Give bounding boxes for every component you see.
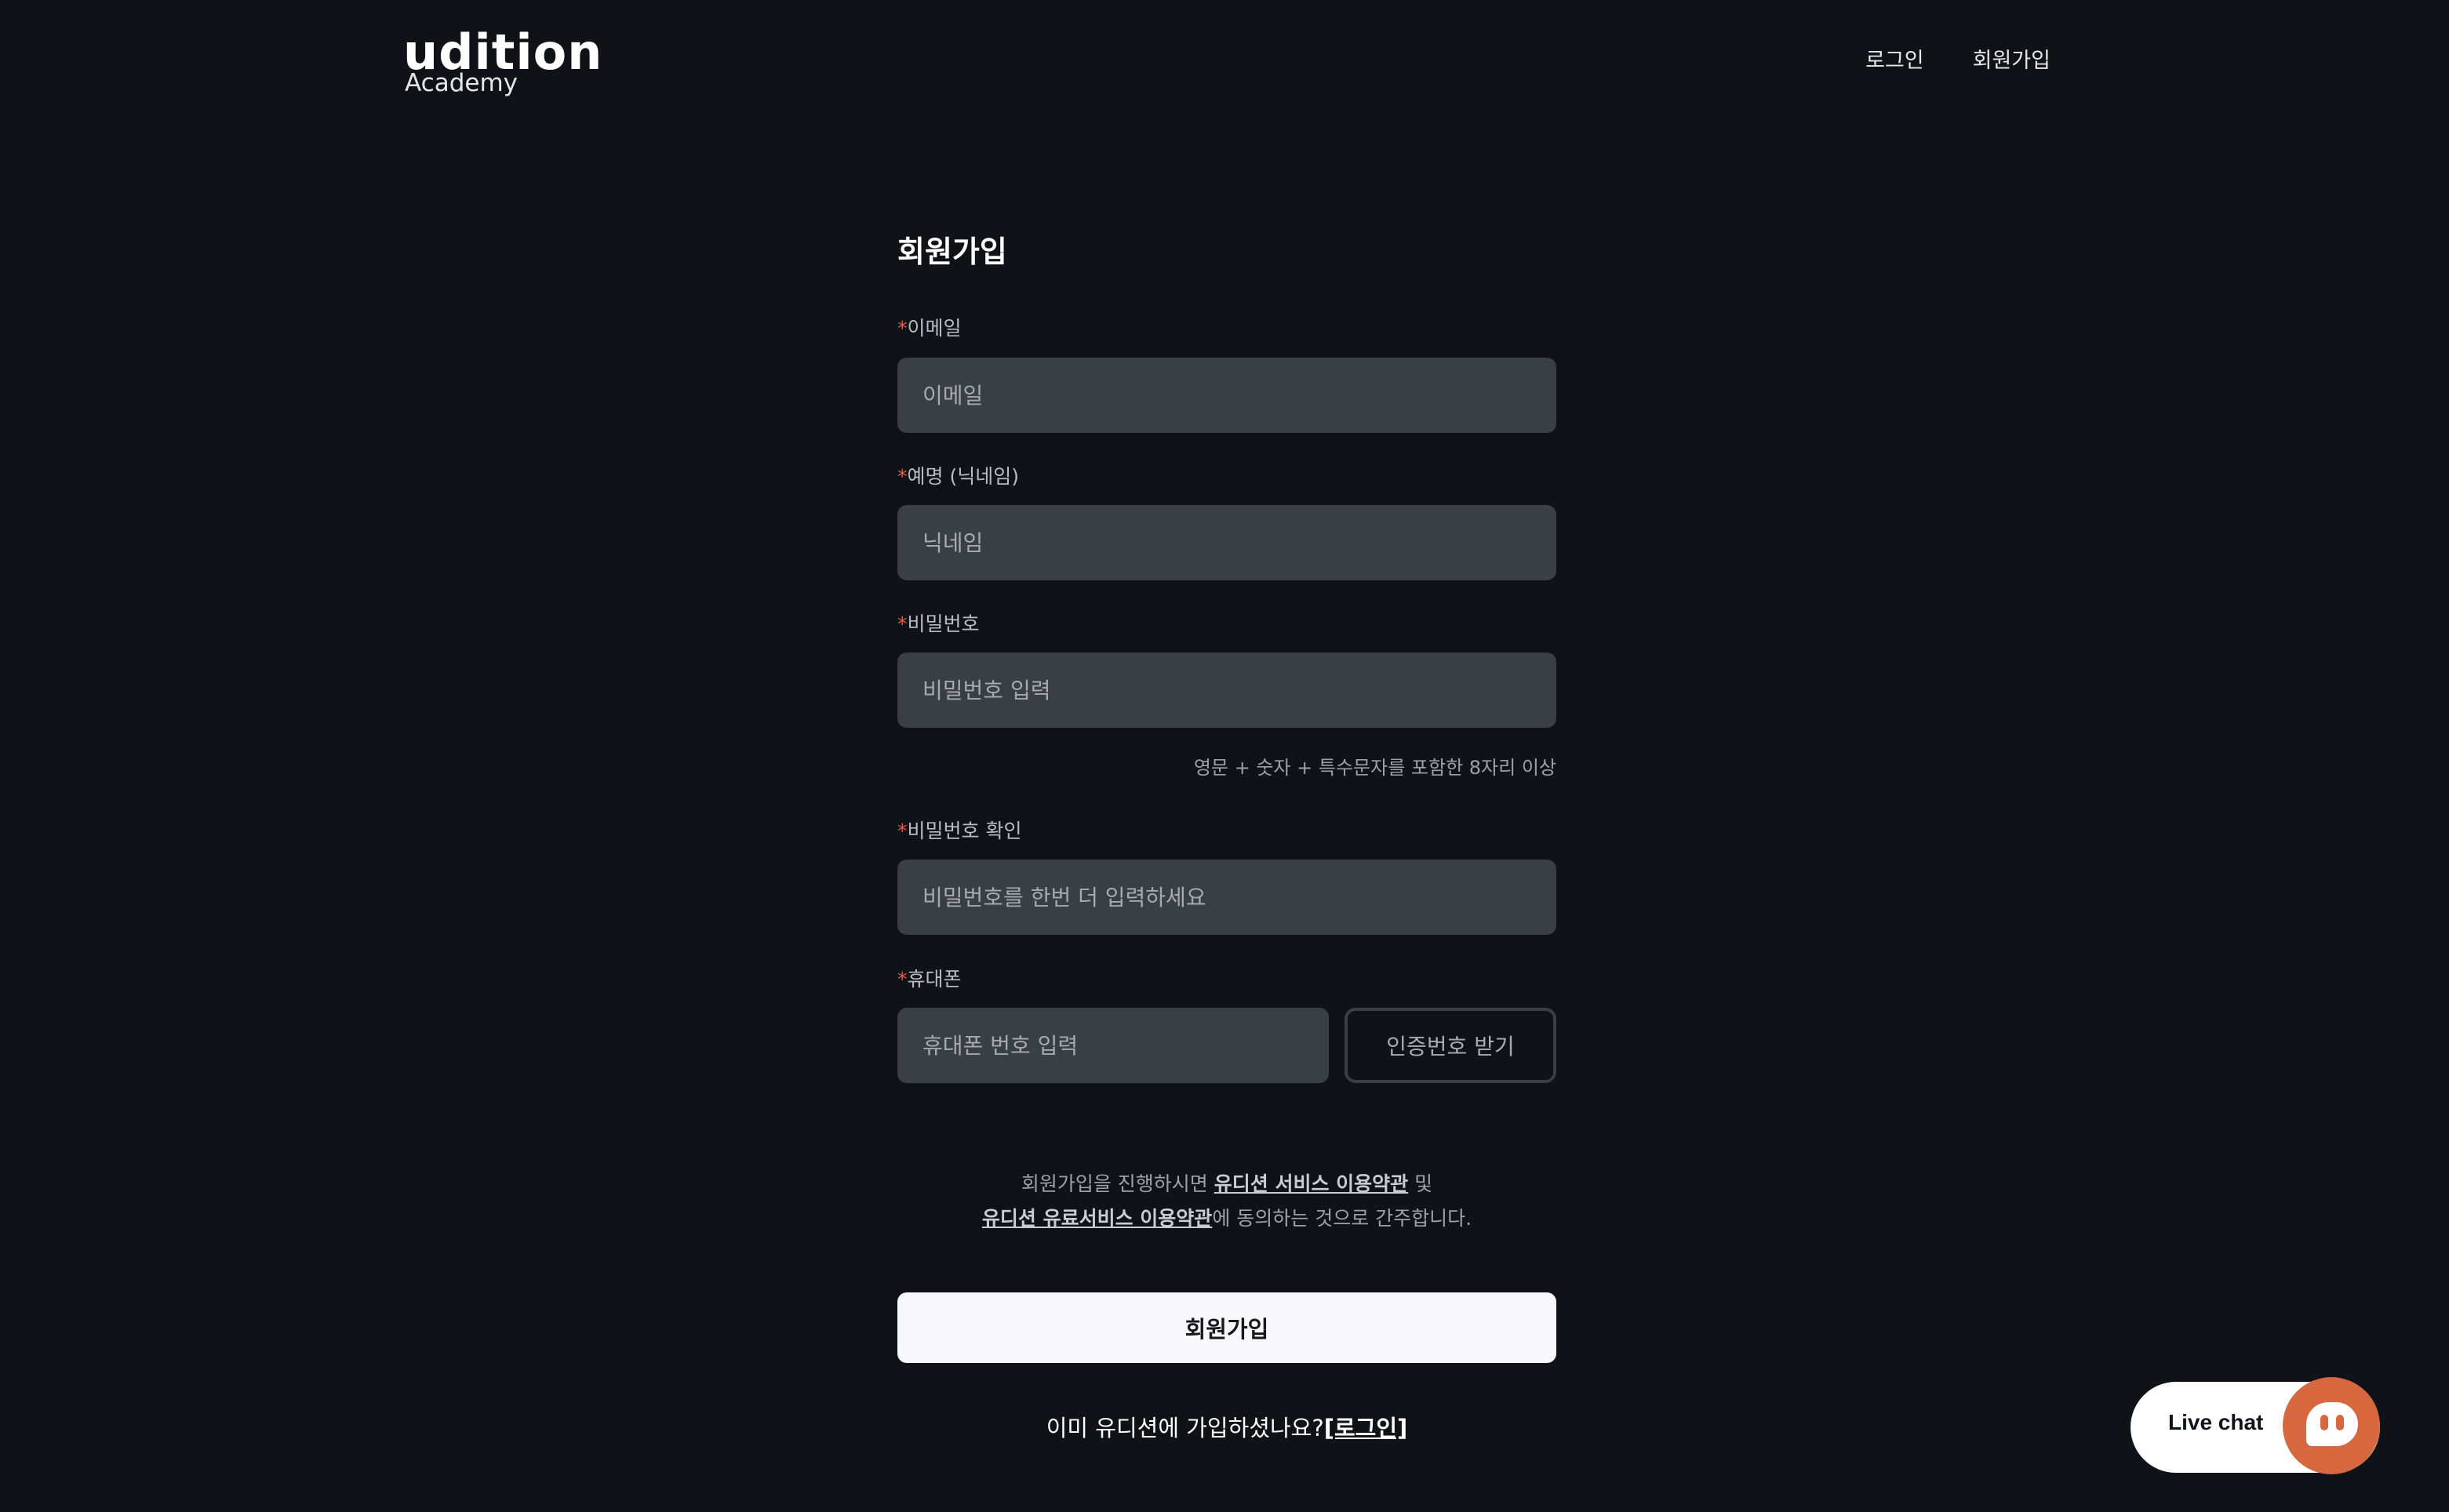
terms-notice: 회원가입을 진행하시면 유디션 서비스 이용약관 및 유디션 유료서비스 이용약…	[897, 1167, 1556, 1236]
terms-prefix: 회원가입을 진행하시면	[1021, 1172, 1214, 1195]
service-terms-link[interactable]: 유디션 서비스 이용약관	[1214, 1172, 1408, 1195]
login-prompt: 이미 유디션에 가입하셨나요?[로그인]	[897, 1412, 1556, 1444]
nickname-input[interactable]	[897, 505, 1556, 580]
logo[interactable]: udition Academy	[403, 27, 602, 98]
required-mark: *	[897, 317, 908, 340]
password-hint: 영문 + 숫자 + 특수문자를 포함한 8자리 이상	[1193, 757, 1556, 779]
logo-subtitle: Academy	[405, 69, 518, 97]
page-title: 회원가입	[897, 234, 1007, 269]
phone-label-text: 휴대폰	[907, 968, 962, 990]
required-mark: *	[897, 465, 908, 488]
required-mark: *	[897, 968, 908, 990]
terms-suffix: 에 동의하는 것으로 간주합니다.	[1212, 1207, 1472, 1230]
nav-signup-link[interactable]: 회원가입	[1973, 45, 2051, 77]
signup-submit-button[interactable]: 회원가입	[897, 1292, 1556, 1363]
chat-face-shape	[2306, 1402, 2358, 1446]
get-verification-code-button[interactable]: 인증번호 받기	[1345, 1008, 1556, 1083]
email-label-text: 이메일	[907, 317, 962, 340]
phone-input[interactable]	[897, 1008, 1329, 1083]
paid-terms-link[interactable]: 유디션 유료서비스 이용약관	[982, 1207, 1212, 1230]
login-link[interactable]: [로그인]	[1324, 1415, 1408, 1441]
chat-eye-right	[2336, 1415, 2344, 1430]
login-prompt-text: 이미 유디션에 가입하셨나요?	[1046, 1415, 1324, 1441]
terms-middle: 및	[1408, 1172, 1433, 1195]
phone-label: *휴대폰	[897, 966, 962, 993]
email-label: *이메일	[897, 315, 962, 342]
password-input[interactable]	[897, 652, 1556, 728]
required-mark: *	[897, 612, 908, 635]
top-nav: 로그인 회원가입	[1865, 45, 2051, 77]
email-input[interactable]	[897, 358, 1556, 433]
nickname-label-text: 예명 (닉네임)	[907, 465, 1019, 488]
password-label-text: 비밀번호	[907, 612, 980, 635]
chat-icon[interactable]	[2283, 1377, 2380, 1474]
password-label: *비밀번호	[897, 611, 980, 638]
live-chat-label: Live chat	[2168, 1410, 2264, 1434]
password-confirm-label: *비밀번호 확인	[897, 818, 1021, 845]
required-mark: *	[897, 820, 908, 842]
chat-eye-left	[2320, 1415, 2328, 1430]
password-confirm-input[interactable]	[897, 860, 1556, 935]
nickname-label: *예명 (닉네임)	[897, 463, 1019, 490]
nav-login-link[interactable]: 로그인	[1865, 45, 1924, 77]
password-confirm-label-text: 비밀번호 확인	[907, 820, 1022, 842]
signup-page: udition Academy 로그인 회원가입 회원가입 *이메일 *예명 (…	[0, 0, 2449, 1512]
